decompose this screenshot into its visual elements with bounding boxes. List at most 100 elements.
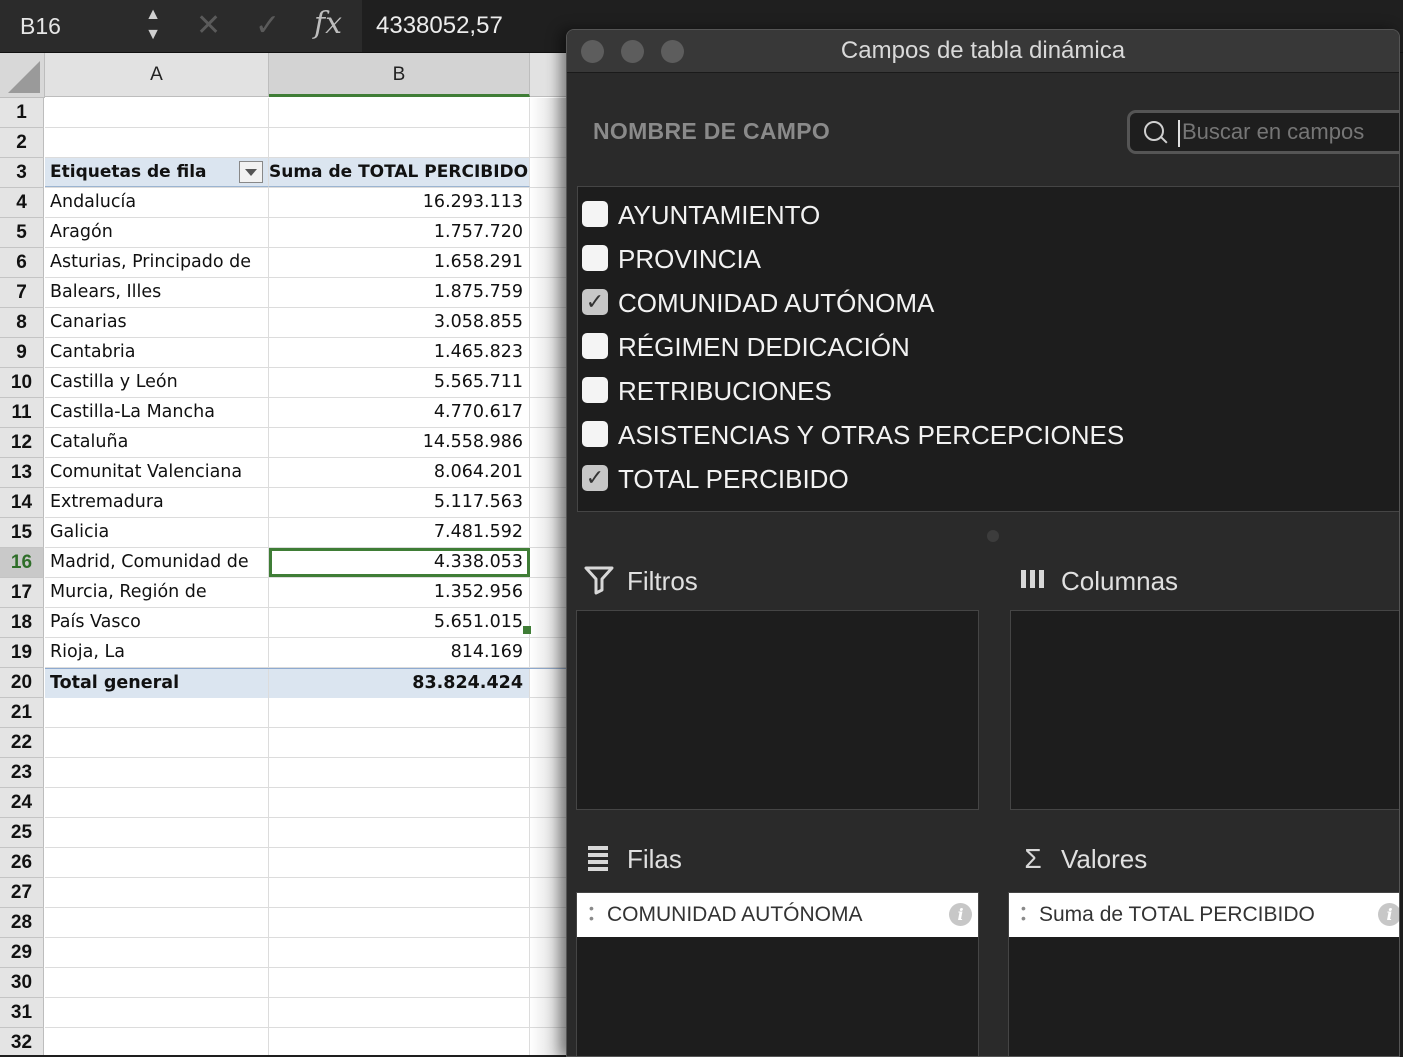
row-header[interactable]: 10 bbox=[0, 368, 44, 398]
cell-b[interactable]: 8.064.201 bbox=[269, 458, 530, 487]
cell-c[interactable] bbox=[530, 308, 568, 337]
row-header[interactable]: 13 bbox=[0, 458, 44, 488]
cell-b[interactable]: 5.565.711 bbox=[269, 368, 530, 397]
search-field[interactable]: Buscar en campos bbox=[1127, 110, 1399, 154]
values-drop-area[interactable]: • • Suma de TOTAL PERCIBIDO i bbox=[1008, 892, 1399, 1056]
row-header[interactable]: 14 bbox=[0, 488, 44, 518]
drag-handle-icon[interactable]: • • bbox=[589, 901, 595, 925]
fill-handle[interactable] bbox=[523, 626, 531, 634]
cell-c[interactable] bbox=[530, 728, 568, 757]
cell-b[interactable]: 5.651.015 bbox=[269, 608, 530, 637]
info-icon[interactable]: i bbox=[949, 903, 972, 926]
cell-a[interactable]: Extremadura bbox=[45, 488, 269, 517]
field-checkbox[interactable]: ✓ bbox=[582, 465, 608, 491]
cell-a[interactable] bbox=[45, 938, 269, 967]
cell-a[interactable] bbox=[45, 908, 269, 937]
row-header[interactable]: 16 bbox=[0, 548, 44, 578]
cell-a[interactable]: Etiquetas de fila bbox=[45, 158, 269, 187]
panel-titlebar[interactable]: Campos de tabla dinámica bbox=[567, 30, 1399, 73]
row-header[interactable]: 1 bbox=[0, 98, 44, 128]
cell-a[interactable] bbox=[45, 98, 269, 127]
row-header[interactable]: 6 bbox=[0, 248, 44, 278]
row-labels-filter-button[interactable] bbox=[239, 161, 263, 183]
cell-a[interactable] bbox=[45, 728, 269, 757]
cell-b[interactable]: 83.824.424 bbox=[269, 669, 530, 698]
row-header[interactable]: 20 bbox=[0, 668, 44, 698]
cell-a[interactable] bbox=[45, 878, 269, 907]
name-box-stepper[interactable]: ▲ ▼ bbox=[144, 5, 162, 45]
row-header[interactable]: 21 bbox=[0, 698, 44, 728]
cell-c[interactable] bbox=[530, 908, 568, 937]
rows-drop-area[interactable]: • • COMUNIDAD AUTÓNOMA i bbox=[576, 892, 979, 1056]
cell-a[interactable] bbox=[45, 998, 269, 1027]
cell-c[interactable] bbox=[530, 608, 568, 637]
cell-c[interactable] bbox=[530, 878, 568, 907]
cell-b[interactable] bbox=[269, 98, 530, 127]
cell-c[interactable] bbox=[530, 788, 568, 817]
cell-b[interactable]: 14.558.986 bbox=[269, 428, 530, 457]
row-header[interactable]: 3 bbox=[0, 158, 44, 188]
cell-b[interactable] bbox=[269, 728, 530, 757]
cell-a[interactable]: Canarias bbox=[45, 308, 269, 337]
row-header[interactable]: 22 bbox=[0, 728, 44, 758]
cell-b[interactable]: 1.658.291 bbox=[269, 248, 530, 277]
field-checkbox[interactable] bbox=[582, 377, 608, 403]
cell-a[interactable]: País Vasco bbox=[45, 608, 269, 637]
cell-a[interactable]: Balears, Illes bbox=[45, 278, 269, 307]
cell-a[interactable]: Madrid, Comunidad de bbox=[45, 548, 269, 577]
cell-c[interactable] bbox=[530, 458, 568, 487]
cell-a[interactable]: Galicia bbox=[45, 518, 269, 547]
row-header[interactable]: 5 bbox=[0, 218, 44, 248]
chevron-up-icon[interactable]: ▲ bbox=[144, 5, 162, 25]
cell-b[interactable]: 5.117.563 bbox=[269, 488, 530, 517]
cell-c[interactable] bbox=[530, 248, 568, 277]
cancel-icon[interactable]: ✕ bbox=[196, 8, 221, 43]
row-header[interactable]: 28 bbox=[0, 908, 44, 938]
splitter-handle[interactable] bbox=[987, 530, 999, 542]
cell-a[interactable]: Comunitat Valenciana bbox=[45, 458, 269, 487]
cell-b[interactable]: 1.465.823 bbox=[269, 338, 530, 367]
confirm-icon[interactable]: ✓ bbox=[255, 8, 280, 43]
cell-c[interactable] bbox=[530, 158, 568, 187]
info-icon[interactable]: i bbox=[1378, 903, 1399, 926]
cell-b[interactable] bbox=[269, 908, 530, 937]
cell-a[interactable] bbox=[45, 848, 269, 877]
row-header[interactable]: 19 bbox=[0, 638, 44, 668]
cell-b[interactable]: 4.338.053 bbox=[269, 548, 530, 577]
cell-b[interactable] bbox=[269, 818, 530, 847]
drag-handle-icon[interactable]: • • bbox=[1021, 901, 1027, 925]
cell-c[interactable] bbox=[530, 818, 568, 847]
fx-icon[interactable]: fx bbox=[314, 6, 342, 41]
cell-a[interactable] bbox=[45, 758, 269, 787]
cell-c[interactable] bbox=[530, 1028, 568, 1055]
values-field-pill[interactable]: • • Suma de TOTAL PERCIBIDO i bbox=[1009, 893, 1399, 937]
cell-b[interactable]: 1.352.956 bbox=[269, 578, 530, 607]
row-header[interactable]: 9 bbox=[0, 338, 44, 368]
cell-a[interactable] bbox=[45, 128, 269, 157]
cell-a[interactable]: Cataluña bbox=[45, 428, 269, 457]
column-header-a[interactable]: A bbox=[45, 53, 269, 97]
row-header[interactable]: 7 bbox=[0, 278, 44, 308]
row-header[interactable]: 26 bbox=[0, 848, 44, 878]
cell-c[interactable] bbox=[530, 218, 568, 247]
cell-b[interactable] bbox=[269, 998, 530, 1027]
row-header[interactable]: 23 bbox=[0, 758, 44, 788]
cell-c[interactable] bbox=[530, 848, 568, 877]
row-header[interactable]: 4 bbox=[0, 188, 44, 218]
row-header[interactable]: 11 bbox=[0, 398, 44, 428]
row-header[interactable]: 2 bbox=[0, 128, 44, 158]
cell-a[interactable]: Aragón bbox=[45, 218, 269, 247]
cell-c[interactable] bbox=[530, 368, 568, 397]
columns-drop-area[interactable] bbox=[1010, 610, 1399, 810]
cell-c[interactable] bbox=[530, 188, 568, 217]
row-header[interactable]: 18 bbox=[0, 608, 44, 638]
row-header[interactable]: 25 bbox=[0, 818, 44, 848]
row-header[interactable]: 8 bbox=[0, 308, 44, 338]
field-checkbox[interactable] bbox=[582, 421, 608, 447]
cell-c[interactable] bbox=[530, 398, 568, 427]
cell-a[interactable]: Total general bbox=[45, 669, 269, 698]
cell-c[interactable] bbox=[530, 968, 568, 997]
cell-c[interactable] bbox=[530, 428, 568, 457]
cell-a[interactable]: Murcia, Región de bbox=[45, 578, 269, 607]
field-checkbox[interactable] bbox=[582, 201, 608, 227]
